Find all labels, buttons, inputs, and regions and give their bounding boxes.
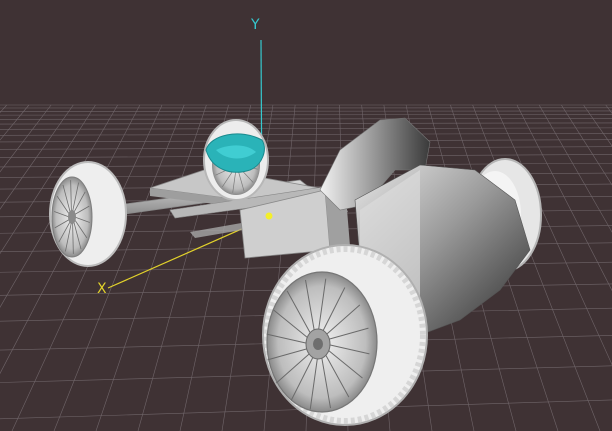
grid-line [0, 114, 612, 116]
grid-line [561, 104, 612, 186]
3d-viewport[interactable]: Y X [0, 0, 612, 431]
grid-line [11, 104, 163, 431]
grid-line [0, 118, 612, 120]
grid-line [0, 146, 612, 150]
grid-line [605, 104, 612, 114]
pivot-marker[interactable] [265, 212, 273, 220]
grid-line [53, 104, 185, 431]
grid-line [516, 104, 612, 292]
grid-line [583, 104, 612, 147]
scene-canvas[interactable] [0, 0, 612, 431]
grid-line [0, 122, 612, 125]
grid-line [538, 104, 612, 233]
grid-line [0, 154, 612, 158]
grid-line [0, 139, 612, 143]
steering-assembly[interactable] [203, 119, 269, 201]
grid-line [95, 104, 207, 431]
grid-line [0, 127, 612, 130]
grid-line [0, 133, 612, 136]
front-left-wheel[interactable] [49, 161, 127, 267]
front-right-wheel[interactable] [262, 244, 428, 426]
